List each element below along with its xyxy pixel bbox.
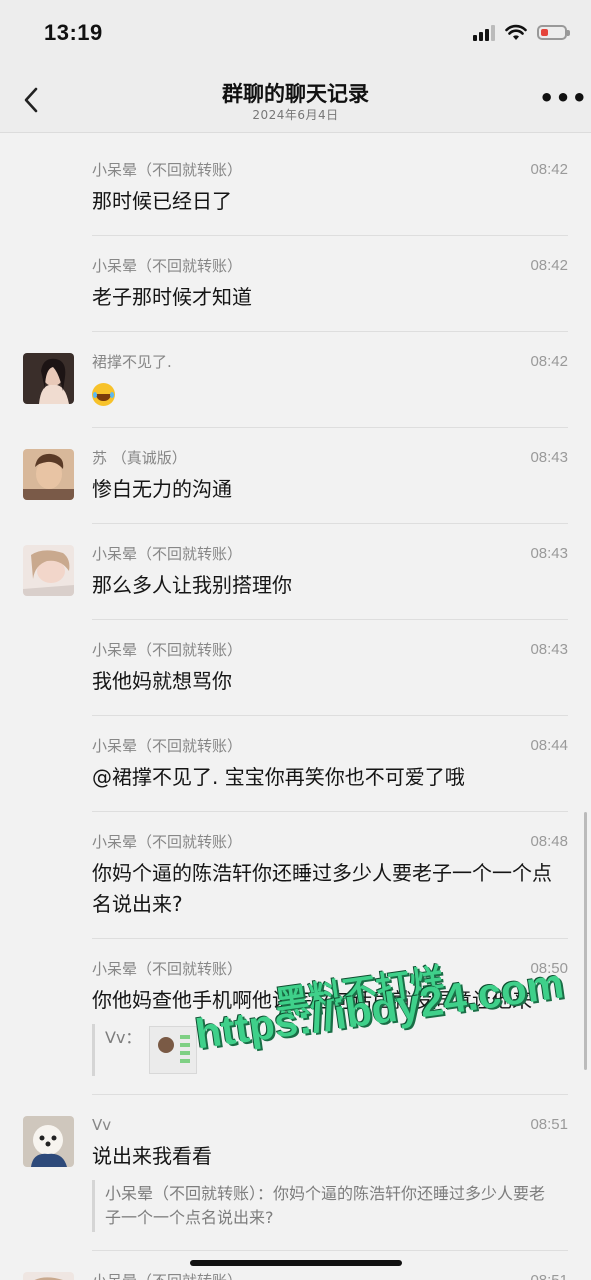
message-sender: 苏 （真诚版）: [92, 449, 187, 467]
message-sender: Vv: [92, 1116, 112, 1134]
message-time: 08:51: [530, 1271, 568, 1280]
quoted-message[interactable]: 小呆晕（不回就转账）：你妈个逼的陈浩轩你还睡过多少人要老子一个一个点名说出来?: [92, 1180, 568, 1232]
message-sender: 小呆晕（不回就转账）: [92, 737, 243, 755]
message-text: [92, 378, 568, 409]
message-text: 老子那时候才知道: [92, 285, 252, 309]
message-sender: 小呆晕（不回就转账）: [92, 257, 243, 275]
message-text: 我他妈就想骂你: [92, 669, 232, 693]
message-item[interactable]: 小呆晕（不回就转账） 08:43 我他妈就想骂你: [92, 620, 568, 716]
status-bar: 13:19: [0, 0, 591, 70]
message-sender: 小呆晕（不回就转账）: [92, 545, 243, 563]
quoted-sender: Vv：: [105, 1028, 142, 1047]
page-title: 群聊的聊天记录: [222, 82, 369, 106]
message-sender: 小呆晕（不回就转账）: [92, 833, 243, 851]
message-time: 08:42: [530, 161, 568, 178]
message-item[interactable]: 小呆晕（不回就转账） 08:48 你妈个逼的陈浩轩你还睡过多少人要老子一个一个点…: [92, 812, 568, 939]
message-text: 那么多人让我别搭理你: [92, 573, 292, 597]
message-text: @裙撑不见了. 宝宝你再笑你也不可爱了哦: [92, 765, 465, 789]
scrollbar[interactable]: [584, 812, 587, 1070]
nav-bar: 群聊的聊天记录 2024年6月4日 •••: [0, 70, 591, 133]
battery-icon: [537, 25, 570, 40]
home-indicator[interactable]: [190, 1260, 402, 1266]
message-item[interactable]: 小呆晕（不回就转账） 08:42 老子那时候才知道: [92, 236, 568, 332]
message-time: 08:48: [530, 833, 568, 850]
message-time: 08:42: [530, 353, 568, 370]
laughing-tears-emoji-icon: [92, 383, 115, 406]
message-item[interactable]: 小呆晕（不回就转账） 08:44 @裙撑不见了. 宝宝你再笑你也不可爱了哦: [92, 716, 568, 812]
message-text: 说出来我看看: [92, 1144, 212, 1168]
message-sender: 裙撑不见了.: [92, 353, 172, 371]
message-sender: 小呆晕（不回就转账）: [92, 641, 243, 659]
avatar[interactable]: [23, 353, 74, 404]
message-item[interactable]: 裙撑不见了. 08:42: [23, 332, 568, 428]
chat-record-list[interactable]: 小呆晕（不回就转账） 08:42 那时候已经日了 小呆晕（不回就转账） 08:4…: [0, 140, 591, 1280]
message-time: 08:43: [530, 545, 568, 562]
quoted-image-thumbnail[interactable]: [149, 1026, 198, 1074]
more-dots-icon: •••: [539, 84, 589, 112]
message-text: 那时候已经日了: [92, 189, 232, 213]
message-time: 08:43: [530, 449, 568, 466]
message-time: 08:43: [530, 641, 568, 658]
wifi-icon: [505, 24, 527, 40]
message-time: 08:42: [530, 257, 568, 274]
avatar[interactable]: [23, 1116, 74, 1167]
avatar[interactable]: [23, 545, 74, 596]
message-time: 08:44: [530, 737, 568, 754]
message-item[interactable]: 小呆晕（不回就转账） 08:42 那时候已经日了: [92, 140, 568, 236]
message-text: 你妈个逼的陈浩轩你还睡过多少人要老子一个一个点名说出来?: [92, 861, 552, 916]
status-time: 13:19: [44, 20, 103, 45]
message-item[interactable]: 小呆晕（不回就转账） 08:43 那么多人让我别搭理你: [23, 524, 568, 620]
cellular-signal-icon: [473, 24, 495, 41]
more-options-button[interactable]: •••: [539, 86, 587, 110]
message-item[interactable]: 苏 （真诚版） 08:43 惨白无力的沟通: [23, 428, 568, 524]
message-text: 惨白无力的沟通: [92, 477, 232, 501]
status-icons: [473, 24, 570, 41]
message-sender: 小呆晕（不回就转账）: [92, 1271, 568, 1280]
message-sender: 小呆晕（不回就转账）: [92, 161, 243, 179]
message-time: 08:51: [530, 1116, 568, 1133]
avatar[interactable]: [23, 449, 74, 500]
avatar[interactable]: [23, 1272, 74, 1280]
message-item[interactable]: Vv 08:51 说出来我看看 小呆晕（不回就转账）：你妈个逼的陈浩轩你还睡过多…: [23, 1095, 568, 1251]
page-subtitle-date: 2024年6月4日: [252, 108, 339, 122]
